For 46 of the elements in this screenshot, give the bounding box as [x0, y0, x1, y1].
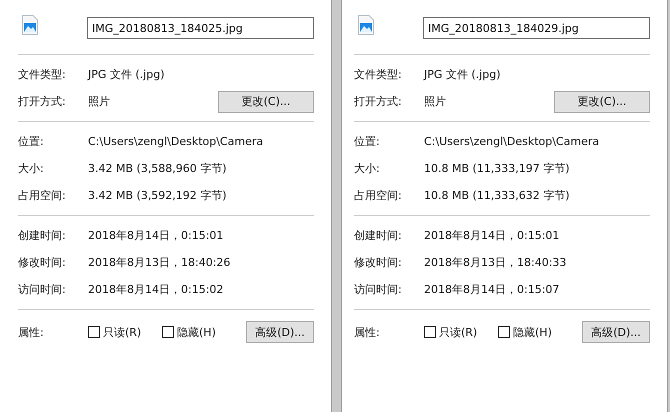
property-label: 修改时间:: [354, 255, 403, 270]
property-label: 位置:: [18, 134, 45, 149]
checkbox[interactable]: 隐藏(H): [498, 324, 572, 340]
property-value: 照片: [424, 94, 447, 109]
property-label: 属性:: [354, 324, 381, 340]
property-value: 10.8 MB (11,333,197 字节): [424, 161, 571, 176]
property-value: 2018年8月14日，0:15:01: [424, 228, 560, 243]
property-label: 访问时间:: [354, 282, 403, 297]
property-label: 修改时间:: [18, 255, 67, 270]
property-value: JPG 文件 (.jpg): [88, 67, 166, 82]
property-label: 文件类型:: [354, 67, 403, 82]
property-value: 2018年8月14日，0:15:07: [424, 282, 560, 297]
property-label: 占用空间:: [18, 188, 67, 203]
filename-field[interactable]: IMG_20180813_184025.jpg: [87, 17, 314, 39]
property-label: 大小:: [354, 161, 381, 176]
advanced-button[interactable]: 高级(D)...: [582, 321, 650, 343]
property-value: 照片: [88, 94, 111, 109]
image-file-icon: [22, 15, 38, 35]
property-label: 属性:: [18, 324, 45, 340]
property-label: 创建时间:: [354, 228, 403, 243]
filename-field[interactable]: IMG_20180813_184029.jpg: [423, 17, 650, 39]
checkbox[interactable]: 只读(R): [88, 324, 162, 340]
property-label: 打开方式:: [18, 94, 67, 109]
property-value: 3.42 MB (3,588,960 字节): [88, 161, 228, 176]
property-label: 创建时间:: [18, 228, 67, 243]
property-label: 大小:: [18, 161, 45, 176]
property-label: 访问时间:: [18, 282, 67, 297]
checkbox[interactable]: 只读(R): [424, 324, 498, 340]
property-value: 2018年8月13日，18:40:26: [88, 255, 232, 270]
property-value: C:\Users\zengl\Desktop\Camera: [88, 135, 264, 148]
property-value: 2018年8月13日，18:40:33: [424, 255, 568, 270]
property-label: 打开方式:: [354, 94, 403, 109]
property-label: 文件类型:: [18, 67, 67, 82]
property-value: 2018年8月14日，0:15:01: [88, 228, 224, 243]
checkbox[interactable]: 隐藏(H): [162, 324, 236, 340]
image-file-icon: [358, 15, 374, 35]
property-value: C:\Users\zengl\Desktop\Camera: [424, 135, 600, 148]
property-value: JPG 文件 (.jpg): [424, 67, 502, 82]
property-value: 2018年8月14日，0:15:02: [88, 282, 224, 297]
change-button[interactable]: 更改(C)...: [554, 90, 650, 112]
property-value: 10.8 MB (11,333,632 字节): [424, 188, 571, 203]
property-label: 占用空间:: [354, 188, 403, 203]
change-button[interactable]: 更改(C)...: [218, 90, 314, 112]
advanced-button[interactable]: 高级(D)...: [246, 321, 314, 343]
property-label: 位置:: [354, 134, 381, 149]
property-value: 3.42 MB (3,592,192 字节): [88, 188, 228, 203]
